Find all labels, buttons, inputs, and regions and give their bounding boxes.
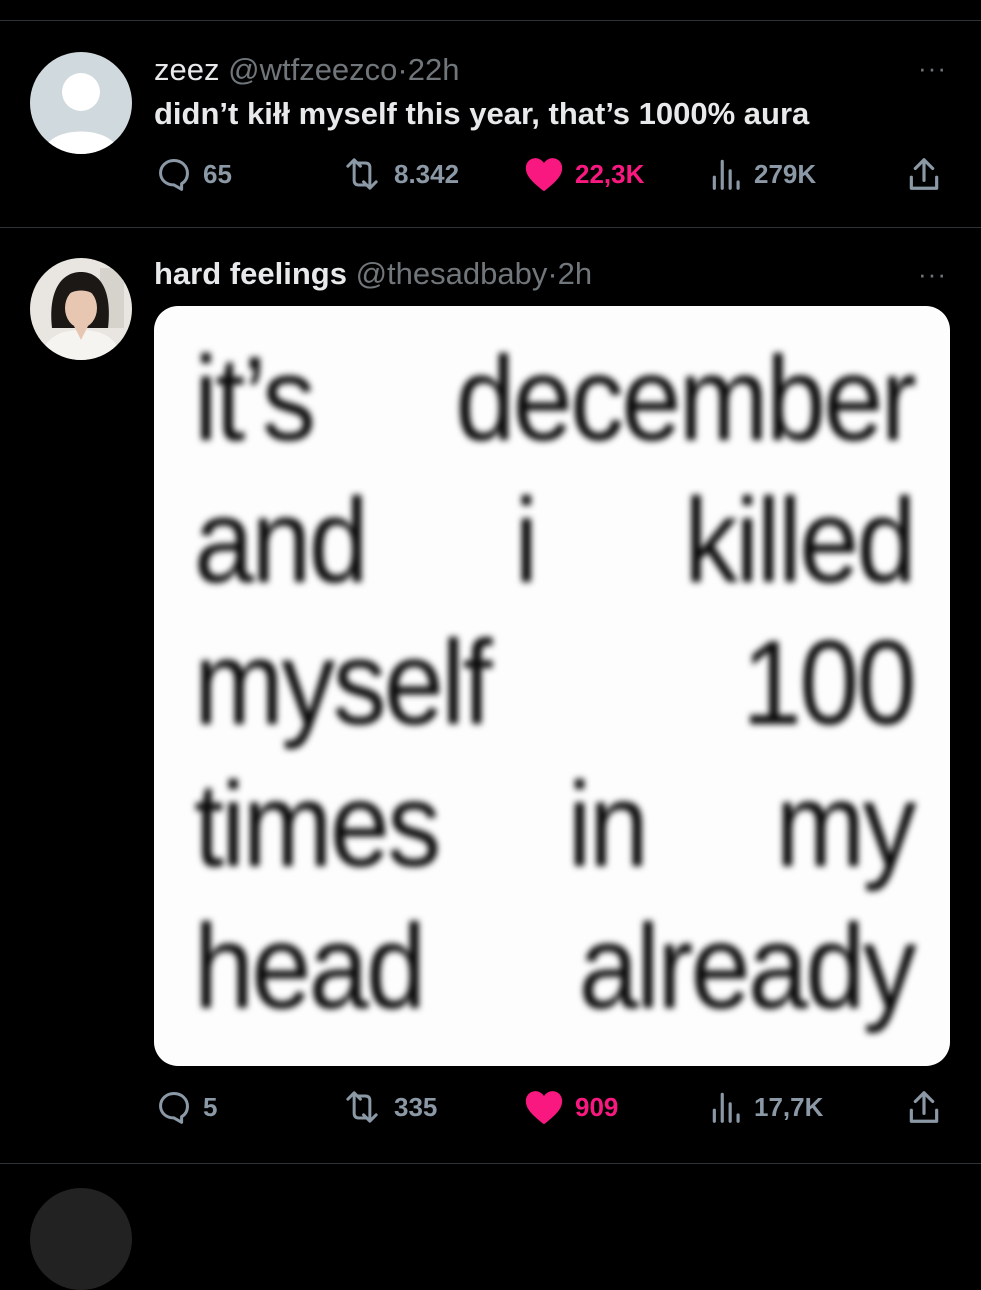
image-text-line: head already [194, 896, 917, 1038]
reply-button[interactable]: 65 [155, 155, 232, 193]
image-text-word: and [194, 474, 369, 608]
default-avatar[interactable] [30, 52, 132, 154]
views-button[interactable]: 279K [710, 155, 816, 193]
image-text-word: head [194, 900, 426, 1034]
views-icon [710, 155, 744, 193]
views-icon [710, 1088, 744, 1126]
like-button[interactable]: 909 [523, 1088, 618, 1126]
display-name[interactable]: zeez [154, 52, 219, 87]
image-text-word: killed [684, 474, 917, 608]
image-text-line: times in my [194, 754, 917, 896]
views-count: 279K [754, 158, 817, 189]
image-text-word: times [194, 758, 441, 892]
repost-button[interactable]: 335 [340, 1088, 437, 1126]
image-text-word: in [567, 758, 649, 892]
share-button[interactable] [906, 1088, 942, 1126]
separator-dot: · [547, 256, 558, 291]
tweet-actions: 5 335 909 17,7K [0, 1088, 981, 1128]
display-name[interactable]: hard feelings [154, 256, 347, 291]
top-divider [0, 20, 981, 21]
repost-icon [340, 155, 384, 193]
reply-icon [155, 155, 193, 193]
tweet-media-image[interactable]: it’s december and i killed myself 100 times in my… [154, 306, 950, 1066]
share-icon [906, 155, 942, 193]
views-count: 17,7K [754, 1091, 824, 1122]
repost-icon [340, 1088, 384, 1126]
image-text-word: already [578, 900, 917, 1034]
image-text: it’s december and i killed myself 100 times in my… [194, 328, 917, 1038]
image-text-word: it’s [194, 332, 316, 466]
image-text-word: myself [194, 616, 493, 750]
image-text-word: i [514, 474, 538, 608]
repost-count: 8.342 [394, 158, 460, 189]
timestamp[interactable]: 2h [558, 256, 592, 291]
reply-icon [155, 1088, 193, 1126]
image-text-word: 100 [741, 616, 917, 750]
more-icon[interactable]: ··· [918, 261, 947, 287]
repost-button[interactable]: 8.342 [340, 155, 459, 193]
like-button[interactable]: 22,3K [523, 155, 644, 193]
like-count: 22,3K [575, 158, 645, 189]
like-icon [523, 155, 565, 193]
tweet-divider [0, 227, 981, 228]
image-text-line: it’s december [194, 328, 917, 470]
reply-button[interactable]: 5 [155, 1088, 217, 1126]
share-icon [906, 1088, 942, 1126]
tweet-divider [0, 1163, 981, 1164]
tweet-header: zeez @wtfzeezco·22h [154, 52, 459, 88]
share-button[interactable] [906, 155, 942, 193]
image-text-line: and i killed [194, 470, 917, 612]
repost-count: 335 [394, 1091, 438, 1122]
timestamp[interactable]: 22h [408, 52, 460, 87]
views-button[interactable]: 17,7K [710, 1088, 823, 1126]
image-text-line: myself 100 [194, 612, 917, 754]
like-icon [523, 1088, 565, 1126]
image-text-word: december [455, 332, 916, 466]
separator-dot: · [397, 52, 408, 87]
tweet-header: hard feelings @thesadbaby·2h [154, 256, 592, 292]
reply-count: 65 [203, 158, 232, 189]
tweet-text: didn’t kiłł myself this year, that’s 100… [154, 96, 810, 131]
next-tweet-avatar[interactable] [30, 1188, 132, 1290]
more-icon[interactable]: ··· [918, 55, 947, 81]
like-count: 909 [575, 1091, 619, 1122]
user-handle[interactable]: @wtfzeezco [228, 52, 397, 87]
tweet-actions: 65 8.342 22,3K 279K [0, 155, 981, 195]
user-avatar[interactable] [30, 258, 132, 360]
user-handle[interactable]: @thesadbaby [356, 256, 548, 291]
image-text-word: my [775, 758, 916, 892]
reply-count: 5 [203, 1091, 218, 1122]
